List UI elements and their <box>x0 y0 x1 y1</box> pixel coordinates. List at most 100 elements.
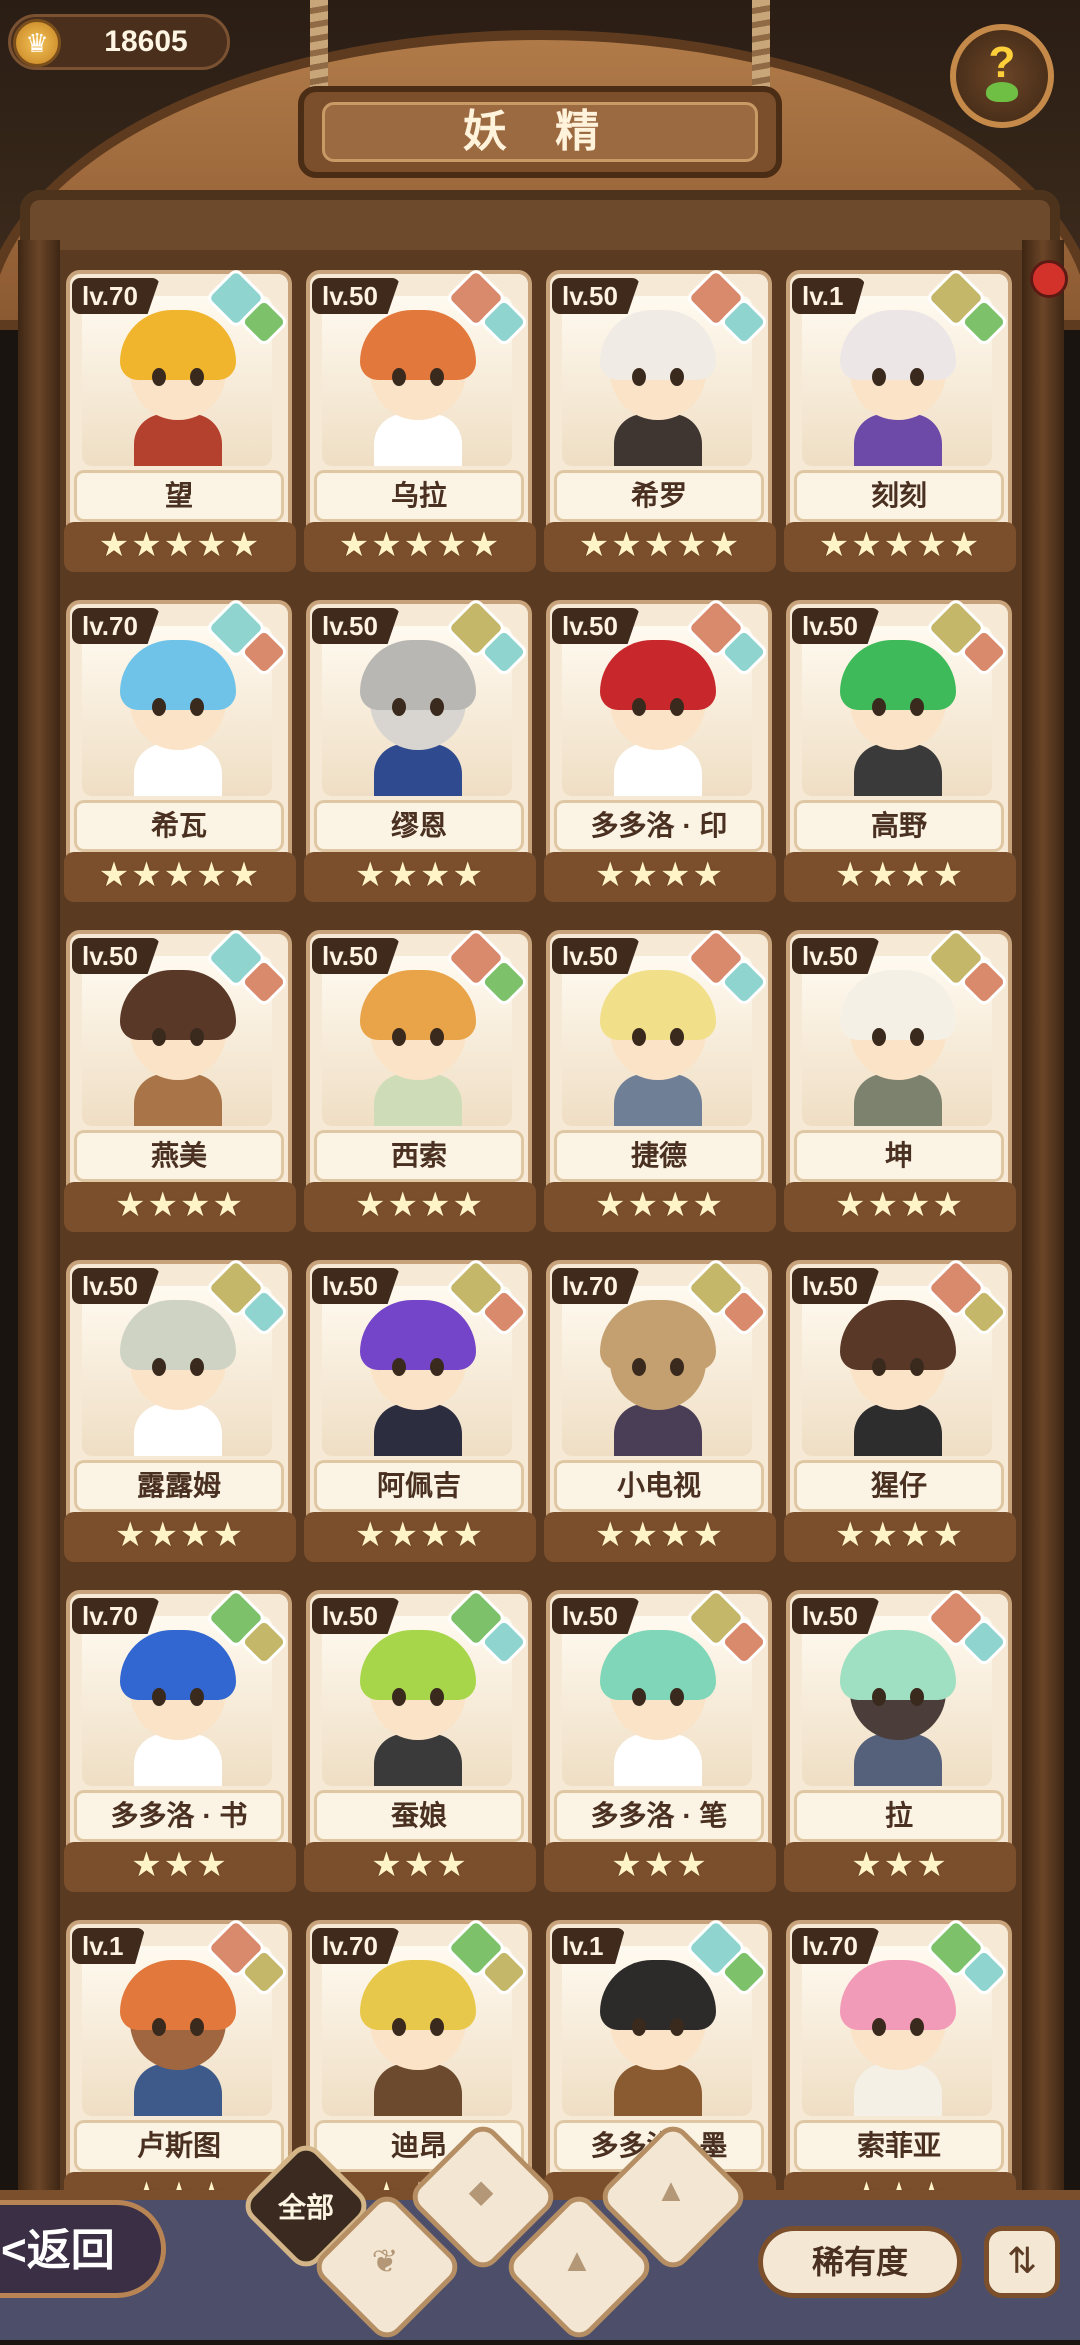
level-badge: lv.50 <box>792 608 880 644</box>
star-rating: ★★★★ <box>544 1512 776 1562</box>
fairy-card[interactable]: lv.70索菲亚★★★ <box>784 1916 1016 2224</box>
fairy-card[interactable]: lv.50 缪恩 ★★★★ <box>304 596 536 904</box>
sprout-icon <box>986 82 1018 102</box>
fairy-card[interactable]: lv.50 阿佩吉 ★★★★ <box>304 1256 536 1564</box>
star-rating: ★★★★ <box>64 1182 296 1232</box>
fairy-card[interactable]: lv.50 坤 ★★★★ <box>784 926 1016 1234</box>
fairy-body <box>374 1074 462 1126</box>
fairy-body <box>374 414 462 466</box>
fairy-card[interactable]: lv.50 多多洛 · 笔 ★★★ <box>544 1586 776 1894</box>
fairy-body <box>374 2064 462 2116</box>
fairy-card[interactable]: lv.1 刻刻 ★★★★★ <box>784 266 1016 574</box>
fairy-hair <box>360 1960 476 2030</box>
fairy-eye <box>632 1358 646 1376</box>
help-button[interactable]: ? <box>950 24 1054 128</box>
fairy-card[interactable]: lv.50 西索 ★★★★ <box>304 926 536 1234</box>
fairy-hair <box>840 310 956 380</box>
fairy-card[interactable]: lv.50 燕美 ★★★★ <box>64 926 296 1234</box>
fairy-hair <box>600 970 716 1040</box>
fairy-eye <box>670 698 684 716</box>
fairy-eye <box>910 1688 924 1706</box>
level-badge: lv.70 <box>72 1598 160 1634</box>
fairy-card[interactable]: lv.50 拉 ★★★ <box>784 1586 1016 1894</box>
fairy-eye <box>152 2018 166 2036</box>
level-badge: lv.50 <box>552 1598 640 1634</box>
currency-counter[interactable]: ♛ 18605 <box>8 14 230 70</box>
star-rating: ★★★★★ <box>784 522 1016 572</box>
fairy-card[interactable]: lv.70 希瓦 ★★★★★ <box>64 596 296 904</box>
fairy-eye <box>670 1358 684 1376</box>
fairy-card[interactable]: lv.50 希罗 ★★★★★ <box>544 266 776 574</box>
fairy-name: 多多洛 · 笔 <box>554 1790 764 1842</box>
star-rating: ★★★★ <box>784 1512 1016 1562</box>
rarity-sort-button[interactable]: 稀有度 <box>758 2226 962 2298</box>
star-rating: ★★★★★ <box>304 522 536 572</box>
fairy-name: 希瓦 <box>74 800 284 852</box>
fairy-body <box>134 1074 222 1126</box>
fairy-eye <box>910 2018 924 2036</box>
star-rating: ★★★ <box>544 1842 776 1892</box>
fairy-eye <box>872 2018 886 2036</box>
fairy-card[interactable]: lv.70 小电视 ★★★★ <box>544 1256 776 1564</box>
star-rating: ★★★★★ <box>64 522 296 572</box>
fairy-name: 燕美 <box>74 1130 284 1182</box>
fairy-name: 拉 <box>794 1790 1004 1842</box>
fairy-eye <box>430 1688 444 1706</box>
sort-order-button[interactable]: ⇅ <box>984 2226 1060 2298</box>
fairy-hair <box>600 1300 716 1370</box>
fairy-card[interactable]: lv.50 高野 ★★★★ <box>784 596 1016 904</box>
fairy-name: 西索 <box>314 1130 524 1182</box>
fairy-hair <box>840 970 956 1040</box>
rope-right <box>752 0 770 100</box>
fairy-hair <box>840 1630 956 1700</box>
fairy-body <box>374 744 462 796</box>
fairy-eye <box>430 698 444 716</box>
fairy-card[interactable]: lv.50 乌拉 ★★★★★ <box>304 266 536 574</box>
fairy-eye <box>632 1028 646 1046</box>
level-badge: lv.50 <box>552 608 640 644</box>
fairy-hair <box>360 310 476 380</box>
fairy-card[interactable]: lv.70 望 ★★★★★ <box>64 266 296 574</box>
fairy-eye <box>872 698 886 716</box>
fairy-body <box>614 2064 702 2116</box>
fairy-eye <box>190 1028 204 1046</box>
fairy-card[interactable]: lv.50 捷德 ★★★★ <box>544 926 776 1234</box>
fairy-body <box>854 1404 942 1456</box>
fairy-eye <box>670 368 684 386</box>
fairy-eye <box>872 1028 886 1046</box>
fairy-eye <box>872 368 886 386</box>
back-text: 返回 <box>26 2226 115 2275</box>
fairy-card[interactable]: lv.50 猩仔 ★★★★ <box>784 1256 1016 1564</box>
fairy-hair <box>120 640 236 710</box>
fairy-name: 捷德 <box>554 1130 764 1182</box>
fairy-name: 多多洛 · 书 <box>74 1790 284 1842</box>
fairy-eye <box>430 1358 444 1376</box>
fairy-card[interactable]: lv.50 露露姆 ★★★★ <box>64 1256 296 1564</box>
fairy-eye <box>152 368 166 386</box>
level-badge: lv.70 <box>792 1928 880 1964</box>
fairy-eye <box>670 1028 684 1046</box>
fairy-body <box>134 744 222 796</box>
fairy-body <box>854 1734 942 1786</box>
star-rating: ★★★★ <box>784 1182 1016 1232</box>
fairy-card[interactable]: lv.50 多多洛 · 印 ★★★★ <box>544 596 776 904</box>
fairy-eye <box>872 1358 886 1376</box>
back-button[interactable]: <返回 <box>0 2200 166 2298</box>
tab-all-label[interactable]: 全部 <box>246 2186 366 2226</box>
fairy-eye <box>430 1028 444 1046</box>
level-badge: lv.50 <box>312 1598 400 1634</box>
fairy-card[interactable]: lv.50 蚕娘 ★★★ <box>304 1586 536 1894</box>
fairy-name: 望 <box>74 470 284 522</box>
fairy-name: 猩仔 <box>794 1460 1004 1512</box>
fairy-hair <box>360 640 476 710</box>
fairy-eye <box>152 1688 166 1706</box>
left-rail <box>18 240 60 2220</box>
fairy-card[interactable]: lv.70 多多洛 · 书 ★★★ <box>64 1586 296 1894</box>
fairy-body <box>854 1074 942 1126</box>
fairy-hair <box>360 1300 476 1370</box>
fairy-card[interactable]: lv.1卢斯图★★★ <box>64 1916 296 2224</box>
fairy-eye <box>152 1358 166 1376</box>
title-board: 妖 精 <box>298 86 782 178</box>
fairy-body <box>134 2064 222 2116</box>
fairy-eye <box>392 1688 406 1706</box>
